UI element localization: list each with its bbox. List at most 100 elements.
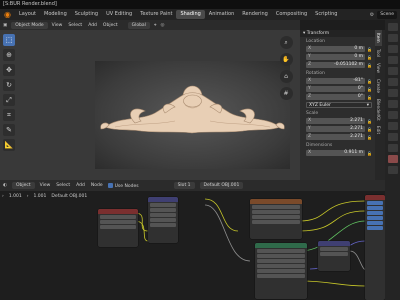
node-field[interactable] [367,206,383,210]
node-field[interactable] [320,252,348,256]
object-props-icon[interactable] [387,89,398,97]
scale-z-field[interactable]: Z 2.271 [306,133,365,141]
transform-icon[interactable]: ⌗ [3,109,15,121]
normal-map-node[interactable] [318,241,350,271]
image-texture-node[interactable] [250,199,302,239]
world-props-icon[interactable] [387,78,398,86]
data-props-icon[interactable] [387,144,398,152]
node-field[interactable] [150,213,176,217]
node-field[interactable] [252,205,300,209]
node-field[interactable] [367,201,383,205]
grid-icon[interactable]: # [279,87,293,100]
rotation-mode-dropdown[interactable]: XYZ Euler ▾ [306,101,372,109]
node-menu-add[interactable]: Add [76,183,85,188]
viewport-menu-select[interactable]: Select [68,23,82,28]
sidebar-tab-view[interactable]: View [375,60,382,76]
node-field[interactable] [100,225,136,229]
lock-icon[interactable]: 🔓 [367,87,372,92]
physics-icon[interactable] [387,122,398,130]
tab-shading[interactable]: Shading [176,10,205,19]
camera-icon[interactable]: ⌂ [279,70,293,83]
shader-node-canvas[interactable] [0,191,385,300]
node-menu-select[interactable]: Select [56,183,70,188]
rotate-icon[interactable]: ↻ [3,79,15,91]
tab-uv-editing[interactable]: UV Editing [102,10,136,19]
orientation-dropdown[interactable]: Global [127,21,150,29]
location-y-field[interactable]: Y 0 m [306,53,365,61]
node-field[interactable] [150,203,176,207]
node-field[interactable] [257,274,305,278]
lock-icon[interactable]: 🔓 [367,119,372,124]
node-menu-node[interactable]: Node [91,183,103,188]
measure-icon[interactable]: 📐 [3,139,15,151]
node-field[interactable] [150,218,176,222]
object-type-dropdown[interactable]: Object [11,182,35,189]
slot-dropdown[interactable]: Slot 1 [173,182,195,189]
material-output-node[interactable] [365,195,385,300]
render-props-icon[interactable] [387,34,398,42]
tab-animation[interactable]: Animation [205,10,239,19]
node-field[interactable] [367,226,383,230]
rotation-x-field[interactable]: X -81° [306,77,365,85]
scale-x-field[interactable]: X 2.271 [306,117,365,125]
sidebar-tab-blenderkit[interactable]: BlenderKit [375,96,382,124]
node-field[interactable] [257,259,305,263]
constraints-icon[interactable] [387,133,398,141]
lock-icon[interactable]: 🔓 [367,79,372,84]
scale-icon[interactable]: ⤢ [3,94,15,106]
node-field[interactable] [150,223,176,227]
node-field[interactable] [367,216,383,220]
tool-props-icon[interactable] [387,23,398,31]
tab-scripting[interactable]: Scripting [311,10,341,19]
texture-coordinate-node[interactable] [98,209,138,247]
node-field[interactable] [100,215,136,219]
material-selector[interactable]: Default OBJ.001 [199,182,244,189]
lock-icon[interactable]: 🔓 [367,55,372,60]
sidebar-tab-item[interactable]: Item [375,30,382,46]
sidebar-tab-edit[interactable]: Edit [375,123,382,137]
scale-y-field[interactable]: Y 2.271 [306,125,365,133]
node-field[interactable] [150,208,176,212]
scene-name-field[interactable]: Scene [377,10,397,19]
particles-icon[interactable] [387,111,398,119]
lock-icon[interactable]: 🔓 [367,95,372,100]
viewport-menu-object[interactable]: Object [103,23,118,28]
lock-icon[interactable]: 🔓 [367,135,372,140]
tab-modeling[interactable]: Modeling [40,10,71,19]
cursor-icon[interactable]: ⊕ [3,49,15,61]
rotation-z-field[interactable]: Z 0° [306,93,365,101]
viewport-menu-view[interactable]: View [52,23,63,28]
node-field[interactable] [252,210,300,214]
output-props-icon[interactable] [387,45,398,53]
object-mode-dropdown[interactable]: Object Mode [11,21,48,29]
node-menu-view[interactable]: View [40,183,51,188]
proportional-icon[interactable]: ◎ [160,23,164,28]
lock-icon[interactable]: 🔓 [367,47,372,52]
node-field[interactable] [257,254,305,258]
editor-type-icon[interactable]: ▣ [3,23,7,28]
zoom-icon[interactable]: ⌕ [279,36,293,49]
node-field[interactable] [252,220,300,224]
scene-props-icon[interactable] [387,67,398,75]
lock-icon[interactable]: 🔓 [367,63,372,68]
select-box-icon[interactable]: ⬚ [3,34,15,46]
node-field[interactable] [100,220,136,224]
principled-bsdf-node[interactable] [255,243,307,299]
tab-texture-paint[interactable]: Texture Paint [136,10,176,19]
node-field[interactable] [257,264,305,268]
sidebar-tab-tool[interactable]: Tool [375,46,382,60]
material-props-icon[interactable] [387,155,398,163]
view-layer-icon[interactable] [387,56,398,64]
node-field[interactable] [367,221,383,225]
modifier-icon[interactable] [387,100,398,108]
node-field[interactable] [320,247,348,251]
node-field[interactable] [252,215,300,219]
use-nodes-toggle[interactable]: Use Nodes [107,182,139,189]
dimensions-x-field[interactable]: X 0.911 m [306,149,365,157]
viewport-menu-add[interactable]: Add [88,23,97,28]
snap-icon[interactable]: ⌖ [154,22,157,28]
pan-hand-icon[interactable]: ✋ [279,53,293,66]
transform-section-header[interactable]: ▾ Transform [300,30,375,37]
tab-compositing[interactable]: Compositing [272,10,311,19]
rotation-y-field[interactable]: Y 0° [306,85,365,93]
